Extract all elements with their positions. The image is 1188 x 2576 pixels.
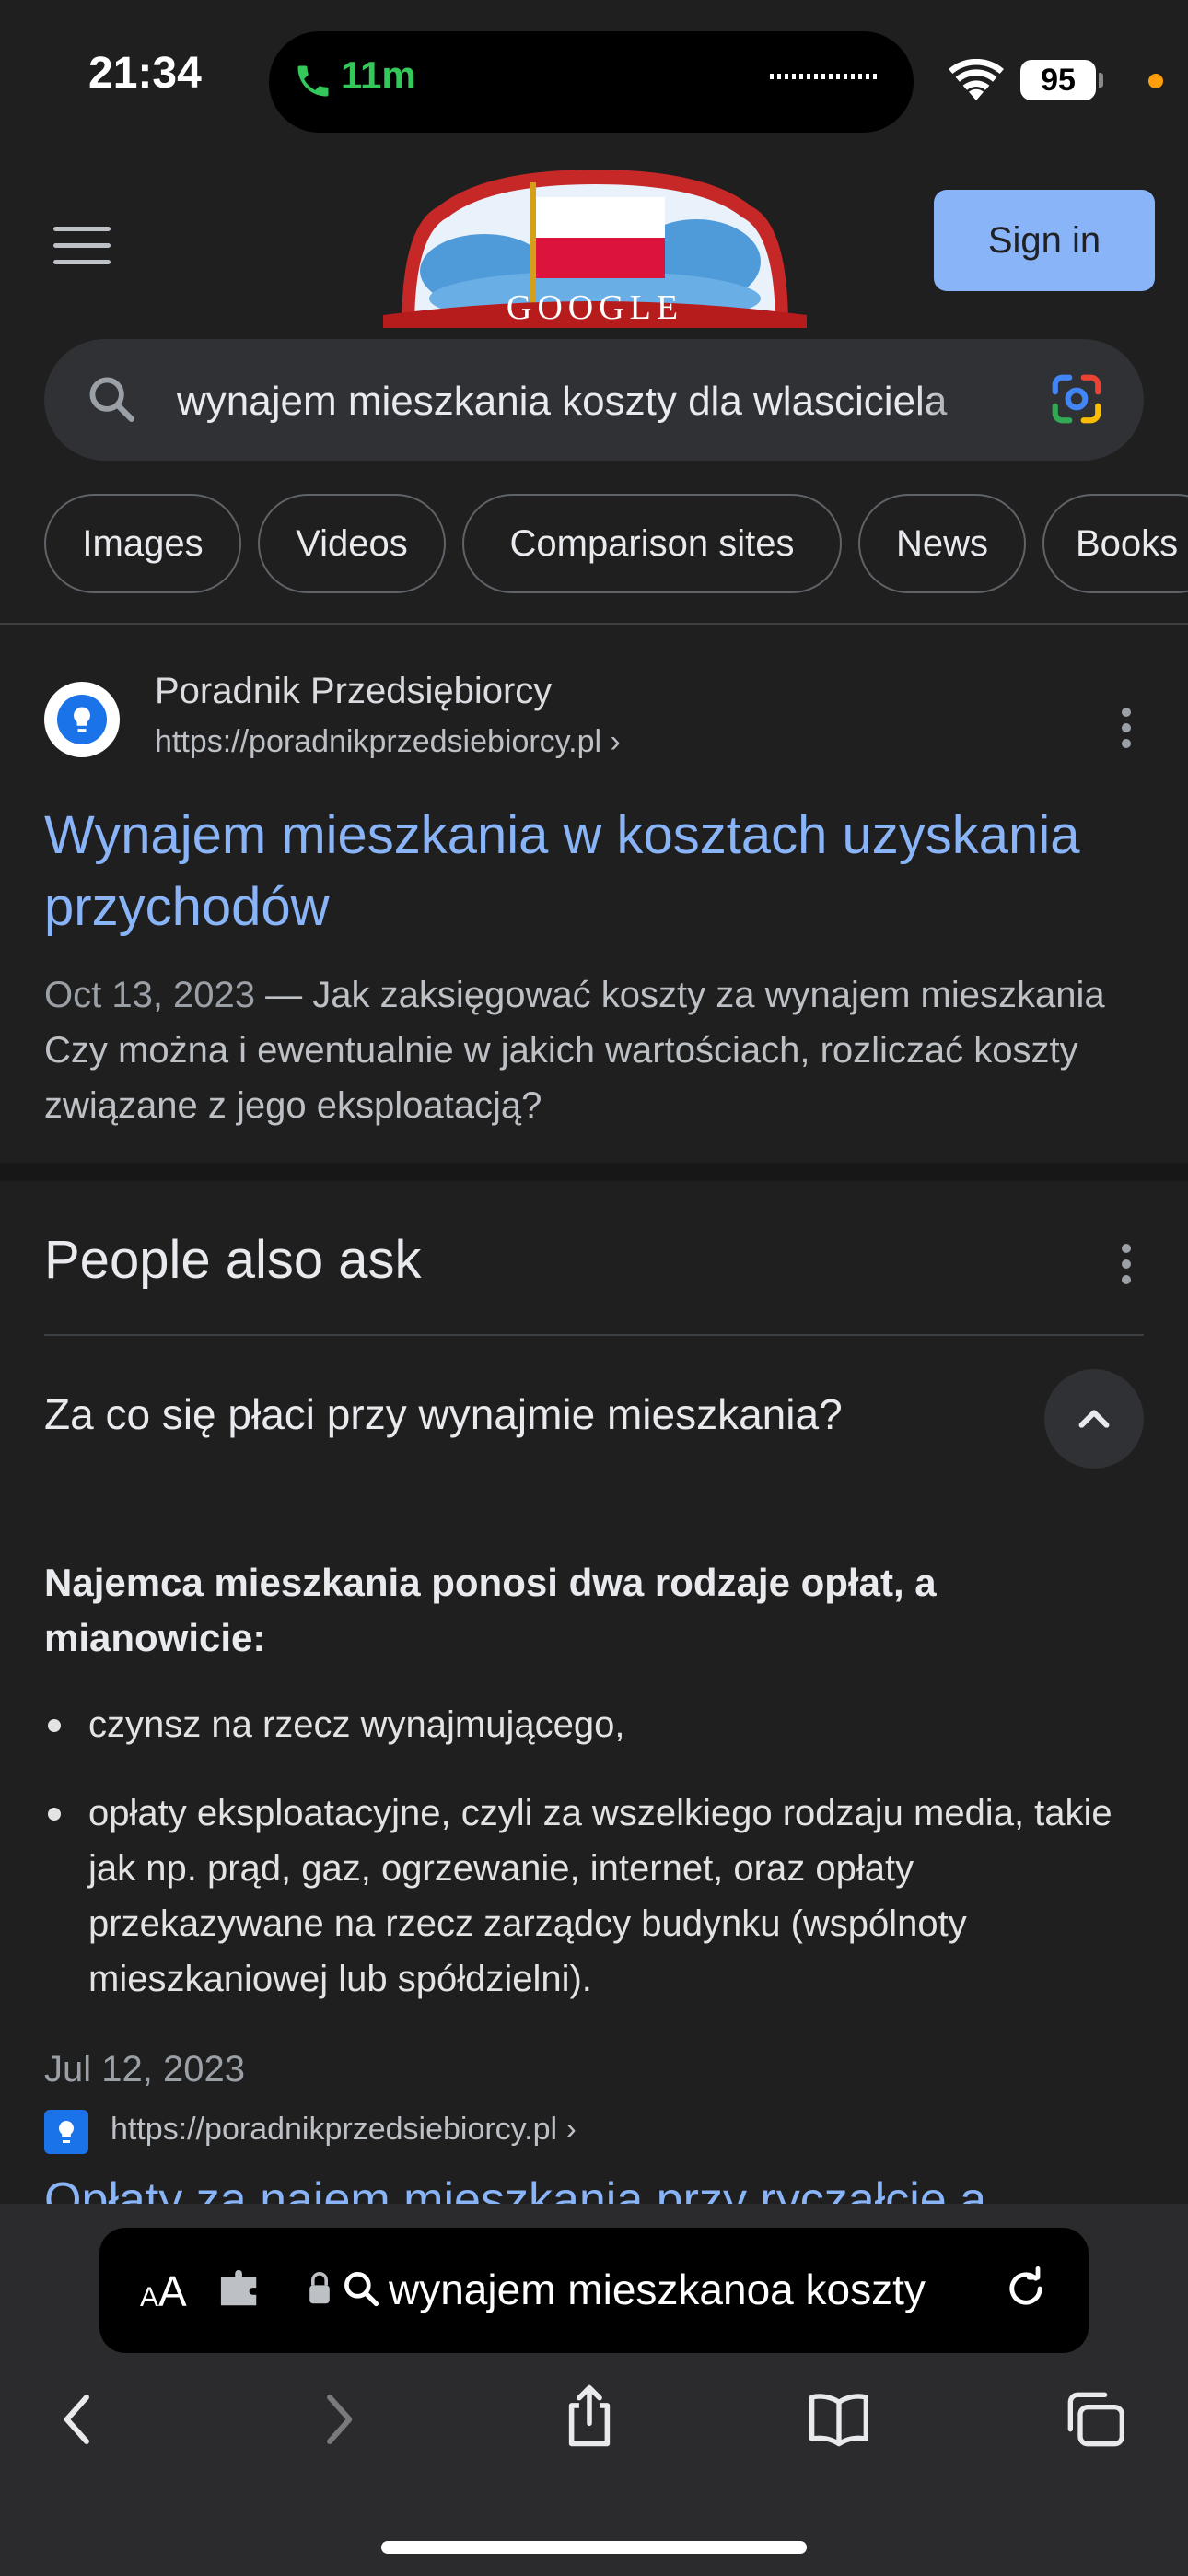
home-indicator[interactable]	[381, 2541, 807, 2554]
paa-title: People also ask	[44, 1230, 422, 1290]
extension-puzzle-icon[interactable]	[217, 2268, 263, 2311]
phone-icon	[297, 65, 329, 97]
call-duration: 11m	[341, 53, 416, 97]
back-icon[interactable]	[50, 2390, 109, 2449]
tabs-icon[interactable]	[1063, 2390, 1127, 2449]
result-site-name[interactable]: Poradnik Przedsiębiorcy	[155, 671, 552, 712]
share-icon[interactable]	[558, 2383, 621, 2449]
reload-icon[interactable]	[1002, 2265, 1050, 2313]
search-icon	[344, 2272, 379, 2307]
list-item: opłaty eksploatacyjne, czyli za wszelkie…	[44, 1786, 1112, 2007]
result-date: Oct 13, 2023	[44, 975, 256, 1015]
forward-icon[interactable]	[308, 2390, 367, 2449]
divider	[0, 623, 1188, 625]
search-icon[interactable]	[85, 372, 138, 426]
battery-nub	[1099, 73, 1103, 88]
chevron-up-icon	[1078, 1410, 1110, 1428]
result-url[interactable]: https://poradnikprzedsiebiorcy.pl ›	[155, 724, 621, 760]
result-dash: —	[255, 975, 313, 1015]
audio-waveform-icon	[770, 74, 877, 79]
paa-answer-heading: Najemca mieszkania ponosi dwa rodzaje op…	[44, 1561, 937, 1659]
chip-news[interactable]: News	[858, 494, 1026, 593]
result-snippet: Oct 13, 2023 — Jak zaksięgować koszty za…	[44, 967, 1149, 1133]
sign-in-button[interactable]: Sign in	[934, 190, 1155, 291]
wifi-icon	[949, 59, 1004, 100]
chip-books[interactable]: Books	[1042, 494, 1188, 593]
section-separator	[0, 1163, 1188, 1181]
paa-source-url[interactable]: https://poradnikprzedsiebiorcy.pl ›	[111, 2112, 577, 2148]
doodle-caption: GOOGLE	[506, 288, 684, 327]
privacy-indicator-dot	[1148, 74, 1163, 88]
list-item: czynsz na rzecz wynajmującego,	[44, 1697, 1112, 1752]
address-text[interactable]: wynajem mieszkanoa koszty	[389, 2261, 960, 2318]
paa-question[interactable]: Za co się płaci przy wynajmie mieszkania…	[44, 1389, 843, 1439]
collapse-button[interactable]	[1044, 1369, 1144, 1469]
search-query-input[interactable]: wynajem mieszkania koszty dla wlasciciel…	[177, 376, 1015, 427]
divider	[44, 1334, 1144, 1336]
paa-answer-date: Jul 12, 2023	[44, 2049, 245, 2090]
chip-comparison-sites[interactable]: Comparison sites	[462, 494, 842, 593]
bookmarks-icon[interactable]	[807, 2390, 871, 2449]
google-lens-icon[interactable]	[1048, 370, 1105, 427]
lightbulb-icon	[57, 695, 107, 744]
lock-icon	[309, 2272, 330, 2304]
result-title-link[interactable]: Wynajem mieszkania w kosztach uzyskania …	[44, 800, 1149, 943]
hamburger-menu-icon[interactable]	[53, 227, 111, 265]
chip-images[interactable]: Images	[44, 494, 241, 593]
paa-more-options-icon[interactable]	[1122, 1244, 1133, 1291]
lightbulb-icon	[44, 2110, 88, 2154]
paa-answer-list: czynsz na rzecz wynajmującego, opłaty ek…	[44, 1697, 1112, 2040]
result-more-options-icon[interactable]	[1122, 708, 1133, 755]
page-settings-button[interactable]: AA	[140, 2266, 187, 2316]
status-time: 21:34	[88, 49, 202, 98]
battery-indicator: 95	[1020, 60, 1096, 100]
chip-videos[interactable]: Videos	[258, 494, 446, 593]
